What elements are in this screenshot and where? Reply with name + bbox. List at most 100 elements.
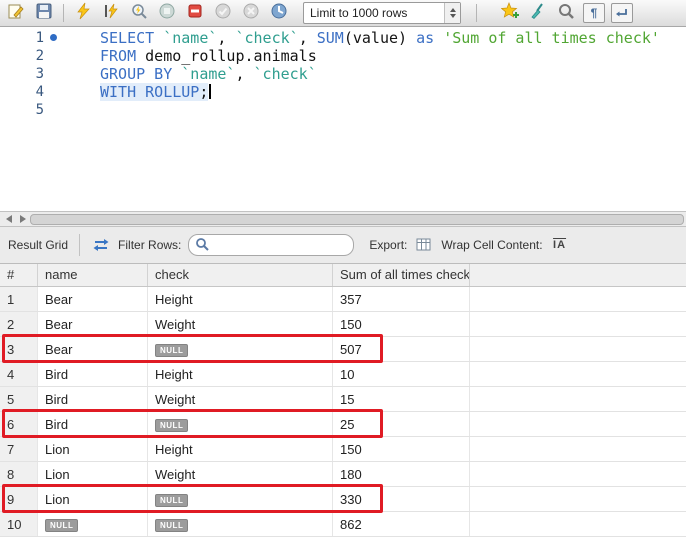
row-number[interactable]: 4 <box>0 362 38 386</box>
sql-editor[interactable]: 1 SELECT `name`, `check`, SUM(value) as … <box>0 27 686 211</box>
rollback-button[interactable] <box>239 2 263 24</box>
code-text: GROUP BY `name`, `check` <box>62 65 317 83</box>
cell-name[interactable]: Bird <box>38 362 148 386</box>
editor-horizontal-scrollbar[interactable] <box>0 211 686 227</box>
table-row[interactable]: 1 Bear Height 357 <box>0 287 686 312</box>
line-number: 3 <box>35 66 44 82</box>
cell-check[interactable]: NULL <box>148 487 333 511</box>
row-number[interactable]: 3 <box>0 337 38 361</box>
cell-check[interactable]: NULL <box>148 337 333 361</box>
sql-token: 'Sum of all times check' <box>443 29 660 47</box>
scroll-left-arrow-icon[interactable] <box>6 215 12 223</box>
cell-check[interactable]: NULL <box>148 512 333 536</box>
cell-check[interactable]: Height <box>148 287 333 311</box>
cell-sum[interactable]: 150 <box>333 312 470 336</box>
cell-sum[interactable]: 25 <box>333 412 470 436</box>
export-button[interactable] <box>414 235 434 255</box>
refresh-button[interactable] <box>91 235 111 255</box>
cell-sum[interactable]: 10 <box>333 362 470 386</box>
cell-name[interactable]: Bear <box>38 287 148 311</box>
table-row[interactable]: 5 Bird Weight 15 <box>0 387 686 412</box>
cell-sum[interactable]: 15 <box>333 387 470 411</box>
cell-name[interactable]: Bird <box>38 412 148 436</box>
limit-rows-dropdown[interactable]: Limit to 1000 rows <box>303 2 461 24</box>
sql-token: FROM <box>100 47 146 65</box>
table-row[interactable]: 2 Bear Weight 150 <box>0 312 686 337</box>
null-badge: NULL <box>45 519 79 532</box>
column-header-rownum[interactable]: # <box>0 264 38 286</box>
execute-current-statement-button[interactable] <box>99 2 123 24</box>
toggle-wrap-button[interactable] <box>610 2 634 24</box>
table-row[interactable]: 10 NULL NULL 862 <box>0 512 686 537</box>
column-header-sum[interactable]: Sum of all times check <box>333 264 470 286</box>
column-header-name[interactable]: name <box>38 264 148 286</box>
cell-name[interactable]: Lion <box>38 462 148 486</box>
show-invisibles-button[interactable]: ¶ <box>582 2 606 24</box>
editor-line: 1 SELECT `name`, `check`, SUM(value) as … <box>0 29 686 47</box>
table-row[interactable]: 4 Bird Height 10 <box>0 362 686 387</box>
explain-button[interactable] <box>127 2 151 24</box>
cell-name[interactable]: NULL <box>38 512 148 536</box>
line-number: 1 <box>35 30 44 46</box>
cell-sum[interactable]: 862 <box>333 512 470 536</box>
cell-check[interactable]: Height <box>148 437 333 461</box>
commit-button[interactable] <box>211 2 235 24</box>
scrollbar-thumb[interactable] <box>30 213 684 225</box>
filter-rows-input[interactable] <box>213 237 348 253</box>
wrap-cell-content-button[interactable]: IA <box>550 235 570 255</box>
table-row[interactable]: 9 Lion NULL 330 <box>0 487 686 512</box>
cell-sum[interactable]: 357 <box>333 287 470 311</box>
wrap-cell-content-icon: IA <box>553 239 567 251</box>
cell-check[interactable]: Weight <box>148 387 333 411</box>
row-number[interactable]: 10 <box>0 512 38 536</box>
new-snippet-button[interactable] <box>498 1 522 25</box>
toggle-autocommit-button[interactable] <box>267 2 291 24</box>
save-script-button[interactable] <box>32 2 56 24</box>
text-cursor <box>209 84 211 99</box>
row-number[interactable]: 6 <box>0 412 38 436</box>
cell-name[interactable]: Bear <box>38 337 148 361</box>
line-number: 2 <box>35 48 44 64</box>
row-number[interactable]: 8 <box>0 462 38 486</box>
cell-sum[interactable]: 507 <box>333 337 470 361</box>
execute-current-statement-icon <box>102 2 120 25</box>
table-row[interactable]: 3 Bear NULL 507 <box>0 337 686 362</box>
row-number[interactable]: 2 <box>0 312 38 336</box>
toggle-stop-on-error-button[interactable] <box>183 2 207 24</box>
scroll-right-arrow-icon[interactable] <box>20 215 26 223</box>
execute-button[interactable] <box>71 2 95 24</box>
sql-token: , <box>298 29 317 47</box>
row-number[interactable]: 1 <box>0 287 38 311</box>
table-row[interactable]: 8 Lion Weight 180 <box>0 462 686 487</box>
column-header-check[interactable]: check <box>148 264 333 286</box>
open-script-button[interactable] <box>4 2 28 24</box>
row-number[interactable]: 7 <box>0 437 38 461</box>
cell-check[interactable]: Height <box>148 362 333 386</box>
sql-token: `check` <box>235 29 299 47</box>
stop-query-button[interactable] <box>155 2 179 24</box>
spinner-arrows-icon[interactable] <box>444 3 460 23</box>
save-icon <box>35 2 53 25</box>
toolbar-separator <box>476 4 477 22</box>
row-number[interactable]: 9 <box>0 487 38 511</box>
cell-check[interactable]: NULL <box>148 412 333 436</box>
cell-name[interactable]: Lion <box>38 487 148 511</box>
find-button[interactable] <box>554 2 578 24</box>
mysql-workbench-sql-panel: Limit to 1000 rows ¶ 1 SELECT `name`, `c… <box>0 0 686 537</box>
cell-sum[interactable]: 180 <box>333 462 470 486</box>
cell-name[interactable]: Lion <box>38 437 148 461</box>
search-icon <box>195 237 210 254</box>
cell-check[interactable]: Weight <box>148 312 333 336</box>
null-badge: NULL <box>155 419 189 432</box>
filter-rows-searchbox[interactable] <box>188 234 355 256</box>
table-row[interactable]: 7 Lion Height 150 <box>0 437 686 462</box>
new-snippet-icon <box>500 1 519 25</box>
cell-sum[interactable]: 330 <box>333 487 470 511</box>
beautify-button[interactable] <box>526 2 550 24</box>
table-row[interactable]: 6 Bird NULL 25 <box>0 412 686 437</box>
cell-sum[interactable]: 150 <box>333 437 470 461</box>
row-number[interactable]: 5 <box>0 387 38 411</box>
cell-name[interactable]: Bear <box>38 312 148 336</box>
cell-check[interactable]: Weight <box>148 462 333 486</box>
cell-name[interactable]: Bird <box>38 387 148 411</box>
